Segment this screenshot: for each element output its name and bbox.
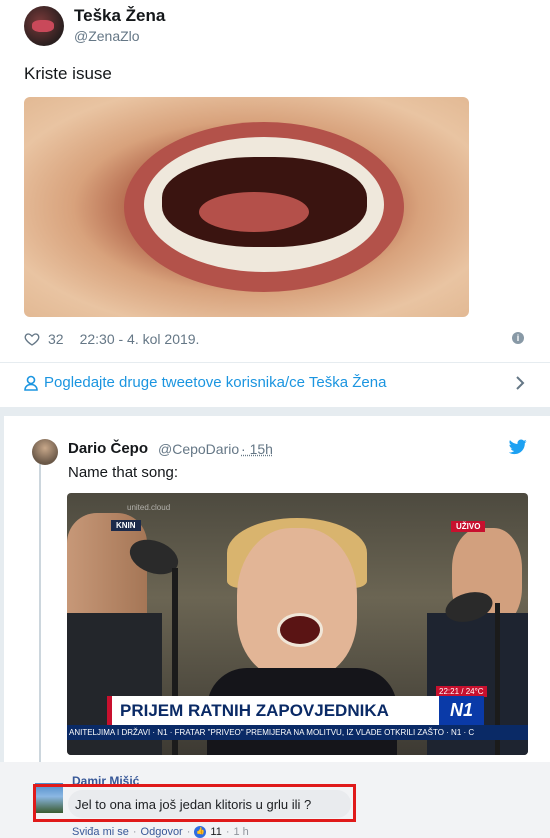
author-name[interactable]: Teška Žena [74,6,165,26]
photo-watermark: united.cloud [127,503,171,512]
author-avatar[interactable] [24,6,64,46]
comment-time[interactable]: 1 h [234,826,249,838]
live-label: UŽIVO [451,521,486,532]
more-tweets-label[interactable]: Pogledajte druge tweetove korisnika/ce T… [44,374,386,391]
separator: · [186,826,191,838]
thread-line [39,464,41,762]
author-handle[interactable]: @ZenaZlo [74,28,140,44]
info-icon[interactable]: i [512,332,524,344]
quoted-time[interactable]: · 15h [241,441,273,457]
quoted-tweet-photo[interactable]: united.cloud KNIN UŽIVO 22:21 / 24°C PRI… [67,493,528,755]
separator: · [132,826,137,838]
divider [0,362,550,363]
chevron-right-icon[interactable] [512,375,528,391]
twitter-bird-icon[interactable] [509,439,527,455]
comment-actions: Sviđa mi se · Odgovor · 👍 11 · 1 h [72,826,249,838]
quoted-author-handle[interactable]: @CepoDario [158,441,239,457]
highlight-box [33,784,356,822]
reaction-count[interactable]: 11 [210,826,221,838]
quoted-tweet-text: Name that song: [68,464,179,481]
photo-woman-mouth [277,613,323,647]
tweet-timestamp[interactable]: 22:30 - 4. kol 2019. [80,331,200,347]
quoted-author-name[interactable]: Dario Čepo [68,440,148,457]
reply-action[interactable]: Odgovor [141,826,183,838]
heart-icon[interactable] [24,331,40,347]
like-count: 32 [48,331,64,347]
tweet-photo[interactable] [24,97,469,317]
main-tweet-card: Teška Žena @ZenaZlo Kriste isuse 32 22:3… [0,0,550,407]
news-ticker: ANITELJIMA I DRŽAVI · N1 · FRATAR "PRIVE… [67,725,528,740]
tweet-text: Kriste isuse [24,64,112,83]
photo-woman-face [237,528,357,678]
quoted-time-value[interactable]: 15h [250,441,273,457]
location-label: KNIN [111,520,141,531]
quoted-author-avatar[interactable] [32,439,58,465]
thumbs-up-icon[interactable]: 👍 [194,826,207,838]
tweet-stats: 32 22:30 - 4. kol 2019. [24,331,199,347]
channel-logo: N1 [439,696,484,725]
photo-tongue [199,192,309,232]
separator: · [225,826,230,838]
headline-banner: PRIJEM RATNIH ZAPOVJEDNIKA [107,696,440,725]
user-icon [24,375,38,391]
more-tweets-link[interactable]: Pogledajte druge tweetove korisnika/ce T… [24,374,386,391]
like-action[interactable]: Sviđa mi se [72,826,129,838]
